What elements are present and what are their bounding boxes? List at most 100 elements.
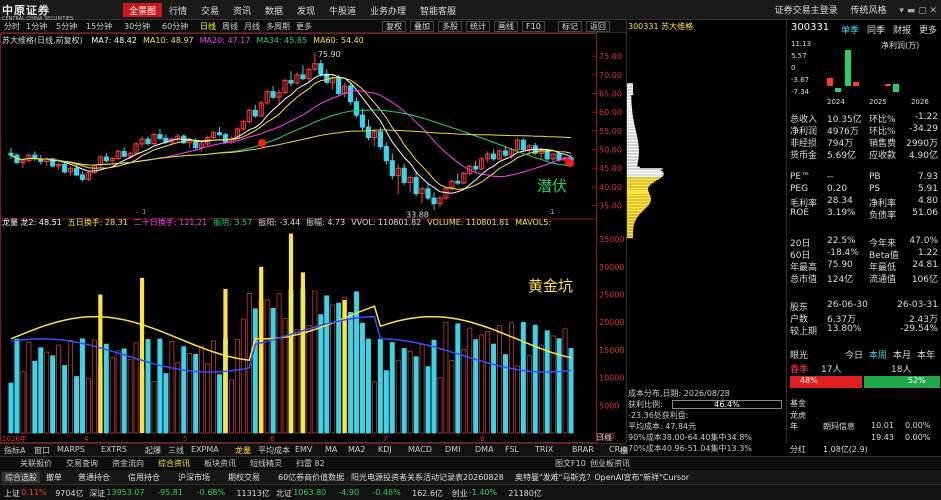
eye-tab-3[interactable]: 本月 <box>893 348 911 361</box>
toolbar-item-0[interactable]: 综合选股 <box>2 472 40 483</box>
vol-axis-label: 20000 <box>599 318 624 327</box>
volume-bar <box>14 338 20 434</box>
price-axis-label: 60.00 <box>599 108 622 117</box>
info-tab-5[interactable]: 短线精灵 <box>250 458 282 469</box>
indicator-tab-4[interactable]: 起爆 <box>145 445 161 456</box>
fundamentals-panel: 300331 单季 同季 财报 更多 净利润(万) 11.13 5.57 0 -3.67 -7.34… <box>786 20 941 466</box>
timeframe-3[interactable]: 15分钟 <box>86 21 112 32</box>
eye-tab-2[interactable]: 本周 <box>869 348 887 361</box>
indicator-tab-5[interactable]: 三线 <box>168 445 184 456</box>
menu-3[interactable]: 资讯 <box>227 3 257 17</box>
tool-6[interactable]: 标记 <box>558 21 582 32</box>
indicator-tab-17[interactable]: TRIX <box>535 445 553 454</box>
window-controls[interactable]: ▾ ▬ ▢ ✕ <box>899 6 937 16</box>
indicator-tab-7[interactable]: 龙量 <box>235 445 251 456</box>
menu-7[interactable]: 业务办理 <box>364 3 412 17</box>
menu-4[interactable]: 数据 <box>259 3 289 17</box>
timeframe-1[interactable]: 1分钟 <box>26 21 47 32</box>
candle <box>353 101 360 116</box>
indicator-tab-19[interactable]: CR <box>609 445 620 454</box>
toolbar-item-7[interactable]: 阳光电源投资者关系活动记录表20260828 <box>351 472 504 483</box>
tool-2[interactable]: 多股 <box>438 21 462 32</box>
date-axis-label: 7 <box>383 435 387 443</box>
info-tab-0[interactable]: 关联报价 <box>20 458 52 469</box>
tool-4[interactable]: 画线 <box>494 21 518 32</box>
toolbar-item-4[interactable]: 沪深市场 <box>178 472 210 483</box>
indicator-tab-9[interactable]: EMV <box>295 445 312 454</box>
volume-bar <box>562 328 568 434</box>
status-item-5: -95.81 <box>157 488 183 497</box>
kline-chart[interactable]: 75.00 70.00 65.00 60.00 55.00 50.00 45.00 40.00… <box>0 33 626 443</box>
info-tab-6[interactable]: 扫雷 82 <box>296 458 325 469</box>
menu-5[interactable]: 发现 <box>291 3 321 17</box>
indicator-tab-6[interactable]: EXPMA <box>191 445 219 454</box>
indicator-tab-13[interactable]: MACD <box>408 445 432 454</box>
tool-1[interactable]: 叠加 <box>410 21 434 32</box>
toolbar-item-1[interactable]: 撤单 <box>46 472 62 483</box>
volume-bar <box>157 338 163 434</box>
indicator-tab-1[interactable]: 窗口 <box>34 445 50 456</box>
fin-tab-1[interactable]: 同季 <box>867 23 885 36</box>
toolbar-item-5[interactable]: 期权交易 <box>228 472 260 483</box>
style-link[interactable]: 传统风格 <box>850 6 886 16</box>
timeframe-4[interactable]: 30分钟 <box>124 21 150 32</box>
menu-6[interactable]: 牛股道 <box>323 3 362 17</box>
vol-axis-label: 10000 <box>599 374 624 383</box>
indicator-tab-15[interactable]: DMA <box>475 445 494 454</box>
right-tab-1[interactable]: 图文F10 <box>555 458 586 469</box>
toolbar-item-6[interactable]: 60亿券商价值数据 <box>278 472 344 483</box>
timeframe-10[interactable]: 更多 <box>296 21 312 32</box>
timeframe-6[interactable]: 日线 <box>200 21 216 32</box>
login-link[interactable]: 证券交易主登录 <box>775 6 838 16</box>
tool-0[interactable]: 复权 <box>382 21 406 32</box>
eye-tab-1[interactable]: 今日 <box>845 348 863 361</box>
indicator-tab-11[interactable]: MA2 <box>348 445 365 454</box>
indicator-tab-16[interactable]: FSL <box>505 445 519 454</box>
timeframe-9[interactable]: 多周期 <box>266 21 290 32</box>
fin-tab-0[interactable]: 单季 <box>841 23 859 36</box>
timeframe-7[interactable]: 周线 <box>222 21 238 32</box>
candle <box>473 165 479 170</box>
timeframe-2[interactable]: 5分钟 <box>56 21 77 32</box>
volume-bar <box>169 341 175 434</box>
info-tab-2[interactable]: 资金流向 <box>112 458 144 469</box>
timeframe-bar: 分时 1分钟 5分钟 15分钟 30分钟 60分钟 日线 周线 月线 多周期 更多 复权 叠加 多股 统计画… <box>0 20 626 33</box>
menu-2[interactable]: 交易 <box>195 3 225 17</box>
volume-bar <box>199 345 205 434</box>
info-tab-1[interactable]: 交易查询 <box>66 458 98 469</box>
indicator-tab-0[interactable]: 指标A <box>4 445 25 456</box>
toolbar-item-8[interactable]: 奥特曼"发难"马斯克？OpenAI宣布"新祥"Cursor <box>515 472 689 483</box>
tool-7[interactable]: 返回 <box>586 21 610 32</box>
indicator-tab-12[interactable]: KDJ <box>378 445 392 454</box>
indicator-tab-8[interactable]: 平均成本 <box>258 445 290 456</box>
indicator-tab-2[interactable]: MARPS <box>57 445 85 454</box>
info-tab-3[interactable]: 综合资讯 <box>158 458 190 469</box>
right-tab-2[interactable]: 创业板资讯 <box>590 458 630 469</box>
row-label: 负债率 <box>869 211 897 221</box>
menu-8[interactable]: 智能客服 <box>414 3 462 17</box>
eye-tab-0[interactable]: 眼光 <box>790 348 808 361</box>
volume-bar <box>532 324 538 434</box>
timeframe-8[interactable]: 月线 <box>244 21 260 32</box>
menu-0[interactable]: 全景图 <box>123 3 163 17</box>
right-tab-0[interactable]: 日线 <box>596 432 612 443</box>
ma-legend: 苏大维格(日线,前复权) MA7: 48.42 MA10: 48.97 MA20: … <box>2 35 370 46</box>
timeframe-5[interactable]: 60分钟 <box>162 21 188 32</box>
indicator-tab-10[interactable]: MA <box>325 445 337 454</box>
info-tab-4[interactable]: 板块资讯 <box>204 458 236 469</box>
indicator-tab-18[interactable]: BRAR <box>572 445 594 454</box>
ma-line-20 <box>10 90 572 178</box>
fin-tab-2[interactable]: 财报 <box>893 23 911 36</box>
volume-bar <box>336 302 342 434</box>
menu-1[interactable]: 行情 <box>163 3 193 17</box>
toolbar-item-2[interactable]: 普通持仓 <box>78 472 110 483</box>
tool-3[interactable]: 统计 <box>466 21 490 32</box>
fin-tab-3[interactable]: 更多 <box>919 23 937 36</box>
tool-5[interactable]: F10 <box>522 21 545 32</box>
toolbar-item-3[interactable]: 信用持仓 <box>128 472 160 483</box>
indicator-tab-14[interactable]: DMI <box>445 445 460 454</box>
price-axis-label: 35.00 <box>599 202 622 211</box>
indicator-tab-3[interactable]: EXTRS <box>101 445 127 454</box>
timeframe-0[interactable]: 分时 <box>4 21 20 32</box>
eye-tab-4[interactable]: 本年 <box>917 348 935 361</box>
